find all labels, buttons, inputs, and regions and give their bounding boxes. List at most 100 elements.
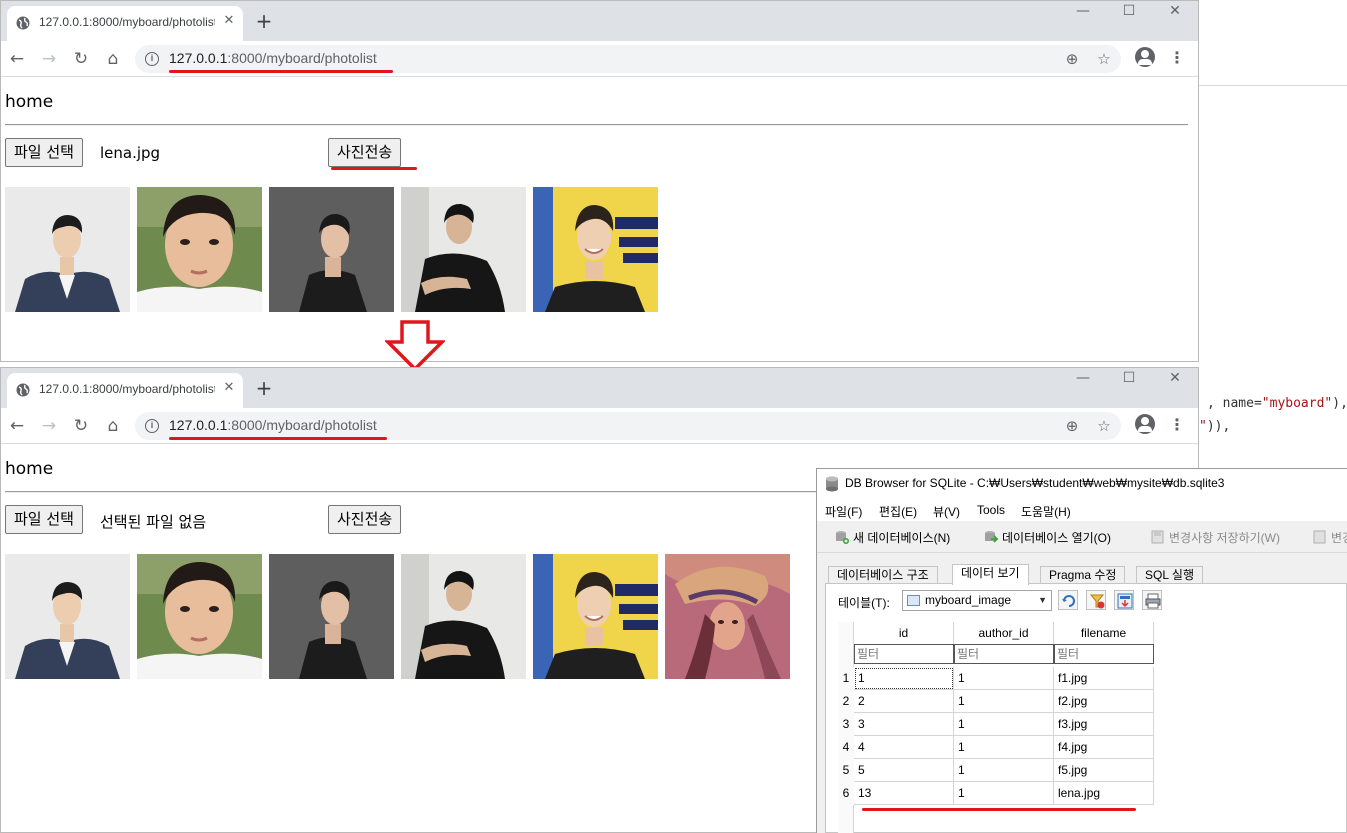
maximize-icon[interactable]: ☐: [1107, 370, 1151, 392]
tab-strip: 127.0.0.1:8000/myboard/photolist ✕ + — ☐…: [1, 1, 1198, 41]
reload-icon[interactable]: ↻: [70, 415, 92, 437]
table-cell[interactable]: lena.jpg: [1054, 782, 1154, 805]
filter-input-id[interactable]: 필터: [854, 644, 954, 664]
refresh-icon[interactable]: [1058, 590, 1078, 610]
globe-icon: [16, 16, 30, 30]
table-cell[interactable]: 1: [954, 690, 1054, 713]
photo-thumbnail: [401, 554, 526, 679]
new-database-button[interactable]: 새 데이터베이스(N): [835, 529, 950, 546]
table-cell[interactable]: f5.jpg: [1054, 759, 1154, 782]
home-icon[interactable]: ⌂: [102, 415, 124, 437]
photo-thumbnail: [269, 187, 394, 312]
table-cell[interactable]: 1: [954, 782, 1054, 805]
menu-help[interactable]: 도움말(H): [1021, 503, 1071, 520]
row-number[interactable]: 6: [838, 782, 854, 805]
table-cell[interactable]: f4.jpg: [1054, 736, 1154, 759]
forward-icon[interactable]: →: [38, 415, 60, 437]
new-tab-icon[interactable]: +: [253, 11, 275, 33]
down-arrow-icon: [385, 320, 445, 372]
tab-database-structure[interactable]: 데이터베이스 구조: [828, 566, 938, 584]
browser-tab[interactable]: 127.0.0.1:8000/myboard/photolist ✕: [7, 373, 243, 408]
table-cell[interactable]: 1: [954, 736, 1054, 759]
kebab-menu-icon[interactable]: ⋮: [1169, 47, 1185, 69]
table-cell[interactable]: 2: [854, 690, 954, 713]
table-cell[interactable]: 1: [854, 667, 954, 690]
revert-changes-button[interactable]: 변경: [1313, 529, 1347, 546]
menu-edit[interactable]: 편집(E): [879, 503, 917, 520]
reload-icon[interactable]: ↻: [70, 48, 92, 70]
new-database-label: 새 데이터베이스(N): [853, 531, 951, 545]
bookmark-star-icon[interactable]: ☆: [1095, 417, 1113, 435]
table-select[interactable]: myboard_image ▼: [902, 590, 1052, 611]
home-link[interactable]: home: [5, 459, 53, 479]
print-icon[interactable]: [1142, 590, 1162, 610]
table-cell[interactable]: f1.jpg: [1054, 667, 1154, 690]
info-icon[interactable]: i: [145, 419, 159, 433]
back-icon[interactable]: ←: [6, 415, 28, 437]
row-annotation-underline: [862, 808, 1136, 811]
row-number[interactable]: 1: [838, 667, 854, 690]
send-photo-button[interactable]: 사진전송: [328, 505, 402, 534]
filter-input-author-id[interactable]: 필터: [954, 644, 1054, 664]
browser-tab[interactable]: 127.0.0.1:8000/myboard/photolist ✕: [7, 6, 243, 41]
table-cell[interactable]: f2.jpg: [1054, 690, 1154, 713]
menu-view[interactable]: 뷰(V): [933, 503, 960, 520]
table-select-value: myboard_image: [925, 593, 1012, 607]
close-window-icon[interactable]: ✕: [1153, 370, 1197, 392]
url-text: 127.0.0.1:8000/myboard/photolist: [169, 417, 377, 433]
table-cell[interactable]: 4: [854, 736, 954, 759]
forward-icon[interactable]: →: [38, 48, 60, 70]
minimize-icon[interactable]: —: [1061, 3, 1105, 25]
row-number[interactable]: 5: [838, 759, 854, 782]
row-number[interactable]: 4: [838, 736, 854, 759]
close-window-icon[interactable]: ✕: [1153, 3, 1197, 25]
close-tab-icon[interactable]: ✕: [220, 12, 238, 30]
table-cell[interactable]: 13: [854, 782, 954, 805]
new-tab-icon[interactable]: +: [253, 378, 275, 400]
account-icon[interactable]: [1135, 414, 1155, 434]
open-database-button[interactable]: 데이터베이스 열기(O): [984, 529, 1111, 546]
table-cell[interactable]: f3.jpg: [1054, 713, 1154, 736]
back-icon[interactable]: ←: [6, 48, 28, 70]
zoom-icon[interactable]: ⊕: [1063, 417, 1081, 435]
filter-input-filename[interactable]: 필터: [1054, 644, 1154, 664]
row-number[interactable]: 3: [838, 713, 854, 736]
table-cell[interactable]: 1: [954, 713, 1054, 736]
photo-thumbnail: [137, 187, 262, 312]
zoom-icon[interactable]: ⊕: [1063, 50, 1081, 68]
table-cell[interactable]: 1: [954, 759, 1054, 782]
table-cell[interactable]: 5: [854, 759, 954, 782]
column-header-id[interactable]: id: [854, 622, 954, 644]
maximize-icon[interactable]: ☐: [1107, 3, 1151, 25]
account-icon[interactable]: [1135, 47, 1155, 67]
tab-edit-pragmas[interactable]: Pragma 수정: [1040, 566, 1126, 584]
bookmark-star-icon[interactable]: ☆: [1095, 50, 1113, 68]
photo-thumbnail: [5, 554, 130, 679]
new-database-icon: [836, 531, 849, 544]
menu-tools[interactable]: Tools: [977, 503, 1005, 517]
column-header-filename[interactable]: filename: [1054, 622, 1154, 644]
url-annotation-underline: [169, 70, 393, 73]
home-link[interactable]: home: [5, 92, 53, 112]
file-select-button[interactable]: 파일 선택: [5, 505, 83, 534]
tab-browse-data[interactable]: 데이터 보기: [952, 564, 1029, 585]
column-header-author-id[interactable]: author_id: [954, 622, 1054, 644]
address-bar[interactable]: i 127.0.0.1:8000/myboard/photolist ⊕ ☆: [135, 412, 1121, 440]
file-select-button[interactable]: 파일 선택: [5, 138, 83, 167]
write-changes-button[interactable]: 변경사항 저장하기(W): [1151, 529, 1280, 546]
save-table-icon[interactable]: [1114, 590, 1134, 610]
tab-execute-sql[interactable]: SQL 실행: [1136, 566, 1203, 584]
minimize-icon[interactable]: —: [1061, 370, 1105, 392]
clear-filters-icon[interactable]: [1086, 590, 1106, 610]
table-cell[interactable]: 1: [954, 667, 1054, 690]
address-bar[interactable]: i 127.0.0.1:8000/myboard/photolist ⊕ ☆: [135, 45, 1121, 73]
kebab-menu-icon[interactable]: ⋮: [1169, 414, 1185, 436]
home-icon[interactable]: ⌂: [102, 48, 124, 70]
menu-file[interactable]: 파일(F): [825, 503, 862, 520]
row-number[interactable]: 2: [838, 690, 854, 713]
close-tab-icon[interactable]: ✕: [220, 379, 238, 397]
send-photo-button[interactable]: 사진전송: [328, 138, 402, 167]
info-icon[interactable]: i: [145, 52, 159, 66]
table-cell[interactable]: 3: [854, 713, 954, 736]
divider: [5, 124, 1188, 126]
